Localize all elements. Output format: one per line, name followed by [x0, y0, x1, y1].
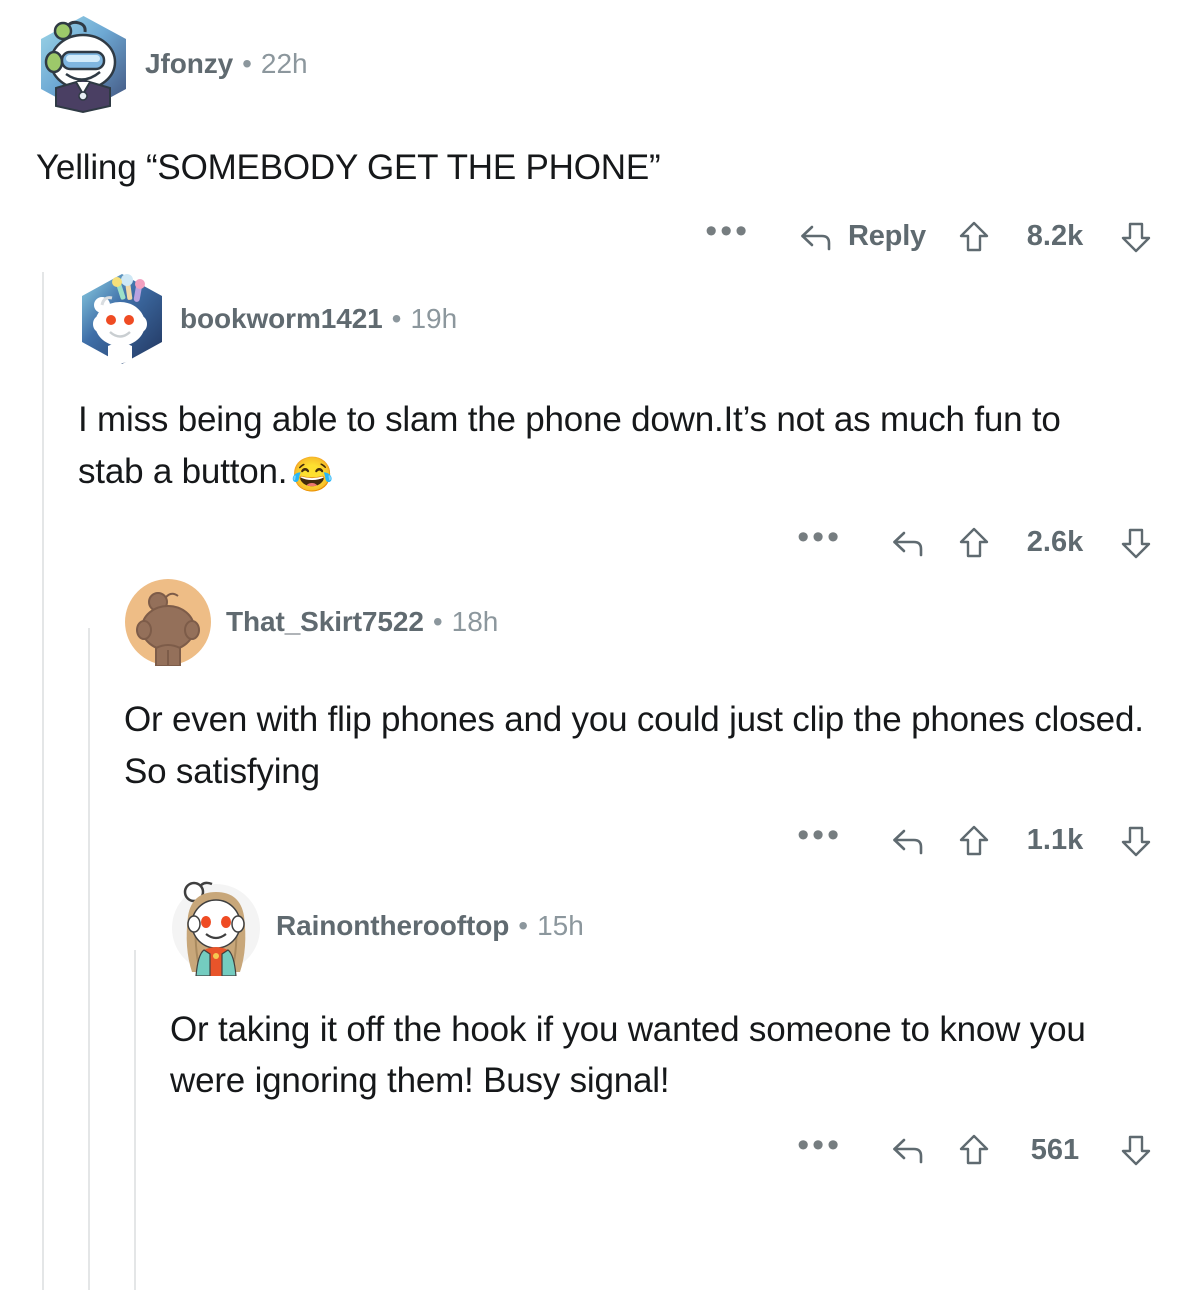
upvote-button[interactable] — [944, 824, 1004, 858]
downvote-button[interactable] — [1106, 526, 1166, 560]
overflow-menu-icon[interactable]: ••• — [767, 1128, 872, 1164]
avatar-snoo-vr-goggles[interactable] — [36, 14, 131, 114]
reply-label: Reply — [848, 220, 926, 253]
score-count: 1.1k — [1026, 824, 1084, 856]
comment-bookworm1421: bookworm1421 • 19h I miss being able to … — [0, 254, 1184, 560]
comment-header: Rainontherooftop • 15h — [170, 876, 1184, 976]
upvote-arrow-icon — [959, 527, 989, 558]
reply-button[interactable] — [872, 825, 944, 857]
snoo-brown-silhouette-icon — [125, 578, 211, 666]
comment-actions: ••• Reply 8.2k — [36, 214, 1184, 254]
comment-meta: bookworm1421 • 19h — [180, 303, 457, 335]
avatar-snoo-brown-silhouette[interactable] — [124, 578, 212, 666]
comment-text: I miss being able to slam the phone down… — [78, 399, 1061, 491]
reply-arrow-icon — [893, 1138, 923, 1164]
overflow-menu-icon[interactable]: ••• — [767, 818, 872, 854]
comment-actions: ••• 2.6k — [78, 520, 1184, 560]
downvote-arrow-icon — [1121, 528, 1151, 559]
upvote-button[interactable] — [944, 1133, 1004, 1167]
comment-thread: Jfonzy • 22h Yelling “SOMEBODY GET THE P… — [0, 0, 1184, 1290]
reply-button[interactable]: Reply — [780, 220, 944, 253]
reply-arrow-icon — [893, 531, 923, 557]
upvote-arrow-icon — [959, 1134, 989, 1165]
overflow-menu-icon[interactable]: ••• — [675, 214, 780, 250]
downvote-button[interactable] — [1106, 220, 1166, 254]
reply-button[interactable] — [872, 1134, 944, 1166]
reply-arrow-icon — [801, 225, 831, 251]
score-count: 2.6k — [1026, 526, 1084, 559]
timestamp: 22h — [260, 48, 308, 79]
downvote-arrow-icon — [1121, 222, 1151, 252]
avatar-snoo-white-red-eyes[interactable] — [78, 272, 166, 366]
comment-actions: ••• 1.1k — [124, 818, 1184, 858]
meta-separator: • — [432, 605, 443, 637]
avatar-snoo-long-hair[interactable] — [170, 876, 262, 976]
comment-text: Or taking it off the hook if you wanted … — [170, 1009, 1086, 1101]
overflow-menu-icon[interactable]: ••• — [767, 520, 872, 556]
downvote-arrow-icon — [1121, 826, 1151, 856]
comment-meta: That_Skirt7522 • 18h — [226, 606, 498, 638]
upvote-button[interactable] — [944, 220, 1004, 254]
comment-text: Or even with flip phones and you could j… — [124, 699, 1144, 791]
comment-body: I miss being able to slam the phone down… — [78, 394, 1184, 500]
username[interactable]: Jfonzy — [145, 48, 233, 80]
snoo-vr-goggles-icon — [41, 16, 126, 114]
meta-separator: • — [391, 302, 402, 334]
downvote-button[interactable] — [1106, 1133, 1166, 1167]
reply-arrow-icon — [893, 829, 923, 854]
comment-rainontherooftop: Rainontherooftop • 15h Or taking it off … — [0, 858, 1184, 1168]
downvote-button[interactable] — [1106, 824, 1166, 858]
downvote-arrow-icon — [1121, 1135, 1151, 1166]
snoo-white-red-eyes-icon — [82, 273, 162, 364]
username[interactable]: That_Skirt7522 — [226, 606, 424, 638]
timestamp: 19h — [410, 302, 458, 334]
comment-body: Or taking it off the hook if you wanted … — [170, 1004, 1184, 1108]
timestamp: 18h — [451, 605, 499, 637]
username[interactable]: Rainontherooftop — [276, 910, 509, 942]
username[interactable]: bookworm1421 — [180, 303, 383, 335]
comment-text: Yelling “SOMEBODY GET THE PHONE” — [36, 148, 661, 187]
comment-body: Yelling “SOMEBODY GET THE PHONE” — [36, 142, 1184, 194]
upvote-arrow-icon — [959, 825, 989, 855]
score-count: 561 — [1030, 1133, 1080, 1166]
comment-actions: ••• 561 — [170, 1128, 1184, 1167]
upvote-arrow-icon — [959, 221, 989, 251]
comment-header: bookworm1421 • 19h — [78, 272, 1184, 366]
joy-emoji: 😂 — [291, 455, 334, 494]
snoo-long-hair-teal-jacket-icon — [172, 881, 260, 976]
comment-header: That_Skirt7522 • 18h — [124, 578, 1184, 666]
comment-that-skirt7522: That_Skirt7522 • 18h Or even with flip p… — [0, 560, 1184, 858]
score-count: 8.2k — [1026, 220, 1084, 253]
comment-meta: Rainontherooftop • 15h — [276, 910, 584, 942]
comment-body: Or even with flip phones and you could j… — [124, 694, 1184, 798]
comment-meta: Jfonzy • 22h — [145, 48, 308, 80]
comment-header: Jfonzy • 22h — [36, 14, 1184, 114]
upvote-button[interactable] — [944, 526, 1004, 560]
meta-separator: • — [242, 48, 252, 79]
comment-jfonzy: Jfonzy • 22h Yelling “SOMEBODY GET THE P… — [0, 0, 1184, 254]
timestamp: 15h — [537, 909, 584, 941]
meta-separator: • — [518, 909, 529, 941]
reply-button[interactable] — [872, 527, 944, 559]
